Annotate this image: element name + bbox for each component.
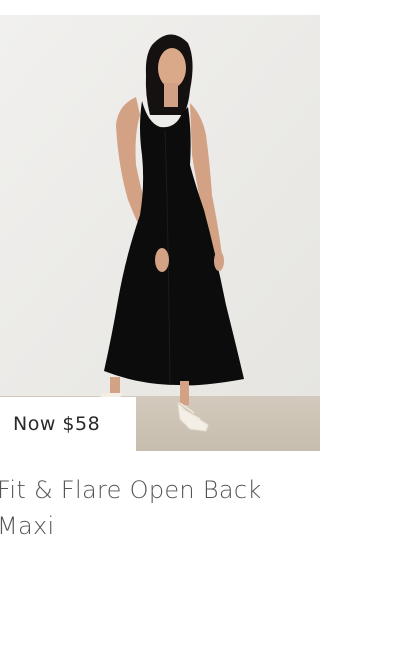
product-card[interactable]: Now $58 Fit & Flare Open Back Maxi xyxy=(0,0,320,662)
model-photo xyxy=(0,15,320,451)
model-left-hand xyxy=(155,248,169,272)
product-image[interactable] xyxy=(0,15,320,451)
model-right-leg xyxy=(180,381,189,405)
model-right-hand xyxy=(214,251,224,271)
model-face xyxy=(158,48,186,88)
sale-price: Now $58 xyxy=(13,413,101,435)
price-badge: Now $58 xyxy=(0,397,136,451)
product-grid-page: Now $58 Fit & Flare Open Back Maxi xyxy=(0,0,400,662)
product-title-link[interactable]: Fit & Flare Open Back Maxi xyxy=(0,472,317,544)
model-neck xyxy=(164,83,178,107)
